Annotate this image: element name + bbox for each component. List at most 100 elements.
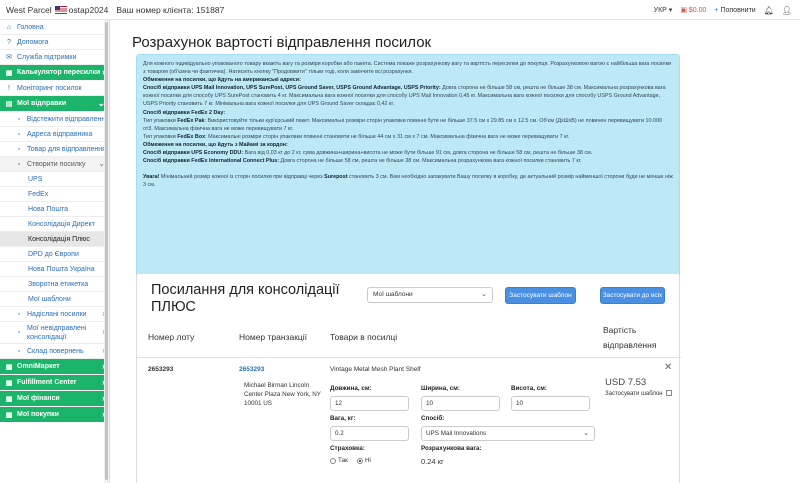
purchases-icon: ▦ xyxy=(5,411,13,419)
sidebar-item-track[interactable]: ▫ Відстежити відправлення xyxy=(0,112,109,127)
sidebar-item-create-parcel[interactable]: ▫ Створити посилку ⌄ xyxy=(0,157,109,172)
width-input[interactable]: 10 xyxy=(421,396,500,411)
sidebar-item-goods[interactable]: ▫ Товар для відправлення xyxy=(0,142,109,157)
sidebar-item-monitoring[interactable]: ! Моніторинг посилок xyxy=(0,81,109,96)
calc-weight-value: 0.24 кг xyxy=(421,457,444,466)
length-label: Довжина, см: xyxy=(330,385,372,392)
info-intro: Для кожного індивідуально упакованого то… xyxy=(143,61,672,76)
client-number: Ваш номер клієнта: 151887 xyxy=(116,4,225,15)
insurance-label: Страховка: xyxy=(330,445,365,452)
sidebar-item-sent-parcels[interactable]: ▫Надіслані посилки› xyxy=(0,307,109,322)
scrollbar-thumb[interactable] xyxy=(105,22,108,480)
sidebar-item-my-templates[interactable]: Мої шаблони xyxy=(0,292,109,307)
header-goods: Товари в посилці xyxy=(330,332,398,342)
apply-to-all-button[interactable]: Застосувати до всіх xyxy=(600,287,665,304)
apply-template-button[interactable]: Застосувати шаблон xyxy=(505,287,576,304)
info-fedex-box-text: : Максимальні розміри сторін упаковки по… xyxy=(205,133,570,140)
language-selector[interactable]: УКР ▾ xyxy=(654,6,673,14)
box-icon: ▫ xyxy=(17,145,21,153)
card-title: Посилання для консолідації ПЛЮС xyxy=(151,282,340,315)
weight-input[interactable]: 0.2 xyxy=(330,426,409,441)
checkbox-icon[interactable] xyxy=(665,390,672,396)
address-icon: ▫ xyxy=(17,130,21,138)
bell-icon[interactable]: 🔔︎ xyxy=(764,6,774,15)
sidebar-item-pending-consolidations[interactable]: ▫Мої невідправлені консолідації› xyxy=(0,322,109,344)
topup-button[interactable]: + Поповнити xyxy=(714,7,755,14)
shipments-icon: ▤ xyxy=(5,100,13,108)
length-input[interactable]: 12 xyxy=(330,396,409,411)
sidebar-item-purchases[interactable]: ▦Мої покупки› xyxy=(0,407,109,423)
calc-weight-label: Розрахункова вага: xyxy=(421,445,482,452)
balance-display[interactable]: ▣ $0.00 xyxy=(680,6,706,14)
chevron-down-icon: ⌄ xyxy=(583,430,589,437)
sidebar-item-return-label[interactable]: Зворотна етикетка xyxy=(0,277,109,292)
sidebar-item-ups[interactable]: UPS xyxy=(0,172,109,187)
info-fedex-pak-prefix: Тип упаковки xyxy=(143,117,178,124)
info-fic-heading: Спосіб відправки FedEx International Con… xyxy=(143,158,280,165)
top-right-controls: УКР ▾ ▣ $0.00 + Поповнити 🔔︎ 👤︎ xyxy=(654,0,792,20)
info-fedex-box-prefix: Тип упаковки xyxy=(143,133,178,140)
track-icon: ▫ xyxy=(17,115,21,123)
wallet-icon: ▣ xyxy=(680,7,687,14)
sidebar-item-support[interactable]: ✉ Служба підтримки xyxy=(0,50,109,65)
info-ddu-heading: Спосіб відправки UPS Economy DDU: xyxy=(143,150,244,157)
transaction-link[interactable]: 2653293 xyxy=(239,366,264,373)
chevron-down-icon: ⌄ xyxy=(481,291,487,298)
sidebar-item-consolidation-plus[interactable]: Консолідація Плюс xyxy=(0,232,109,247)
market-icon: ▦ xyxy=(5,363,13,371)
header-lot: Номер лоту xyxy=(148,332,195,342)
info-fedex-pak-name: FedEx Pak xyxy=(177,117,205,124)
insurance-no-radio[interactable]: Ні xyxy=(357,457,371,464)
width-label: Ширина, см: xyxy=(421,385,460,392)
info-note-heading: Увага! xyxy=(143,174,160,181)
user-icon[interactable]: 👤︎ xyxy=(782,6,792,15)
method-select[interactable]: UPS Mail Innovations ⌄ xyxy=(421,426,595,441)
sidebar-item-dpd-europe[interactable]: DPD до Європи xyxy=(0,247,109,262)
sidebar-scrollbar[interactable] xyxy=(104,20,109,483)
support-icon: ✉ xyxy=(6,54,12,61)
main-content: Розрахунок вартості відправлення посилок… xyxy=(111,20,800,483)
calculator-icon: ▦ xyxy=(5,69,13,77)
username[interactable]: ostap2024 xyxy=(69,5,109,15)
sidebar-item-fedex[interactable]: FedEx xyxy=(0,187,109,202)
sidebar-item-returns-warehouse[interactable]: ▫Склад повернень› xyxy=(0,344,109,359)
sidebar-item-omnimarket[interactable]: ▦OmniМаркет› xyxy=(0,359,109,375)
fulfillment-icon: ▦ xyxy=(5,379,13,387)
template-select[interactable]: Мої шаблони ⌄ xyxy=(367,287,493,303)
method-label: Спосіб: xyxy=(421,415,445,422)
brand-name[interactable]: West Parcel xyxy=(6,5,52,15)
sidebar-item-nova-poshta[interactable]: Нова Пошта xyxy=(0,202,109,217)
sidebar-item-sender-address[interactable]: ▫ Адреса відправника xyxy=(0,127,109,142)
consolidation-card: Посилання для консолідації ПЛЮС Мої шабл… xyxy=(136,273,681,483)
monitor-icon: ! xyxy=(8,84,10,92)
sidebar-item-my-shipments[interactable]: ▤ Мої відправки ⌄ xyxy=(0,96,109,112)
product-name: Vintage Metal Mesh Plant Shelf xyxy=(330,366,421,373)
sidebar-item-help[interactable]: ? Допомога xyxy=(0,35,109,50)
sidebar-item-finances[interactable]: ▦Мої фінанси› xyxy=(0,391,109,407)
top-bar: West Parcel ostap2024 Ваш номер клієнта:… xyxy=(0,0,800,20)
shipping-price: USD 7.53 xyxy=(605,377,647,388)
header-transaction: Номер транзакції xyxy=(239,332,308,342)
insurance-yes-radio[interactable]: Так xyxy=(330,457,348,464)
apply-template-checkbox[interactable]: Застосувати шаблон xyxy=(605,390,672,397)
sidebar-item-home[interactable]: ⌂ Головна xyxy=(0,20,109,35)
height-input[interactable]: 10 xyxy=(511,396,590,411)
close-icon[interactable]: ✕ xyxy=(664,362,672,373)
info-ups-heading: Спосіб відправки UPS Mail Innovation, UP… xyxy=(143,85,441,92)
plus-icon: + xyxy=(714,6,719,14)
pending-icon: ▫ xyxy=(17,329,21,336)
sidebar-item-calculator[interactable]: ▦Калькулятор пересилки› xyxy=(0,65,109,81)
info-fic-text: Довга сторона не більше 58 см, решта не … xyxy=(279,158,582,165)
page-title: Розрахунок вартості відправлення посилок xyxy=(132,34,432,51)
warehouse-icon: ▫ xyxy=(17,347,21,355)
sidebar: ⌂ Головна ? Допомога ✉ Служба підтримки ▦ Ка… xyxy=(0,20,110,483)
create-icon: ▫ xyxy=(17,160,21,168)
sidebar-item-fulfillment[interactable]: ▦Fulfillment Center› xyxy=(0,375,109,391)
info-ddu-text: Вага від 0,03 кг до 2 кг, сума довжина+ш… xyxy=(243,150,593,157)
header-cost: Вартість відправлення xyxy=(603,325,657,350)
info-note-surepost: Surepost xyxy=(324,174,348,181)
sidebar-item-nova-poshta-ukraine[interactable]: Нова Пошта Україна xyxy=(0,262,109,277)
height-label: Висота, см: xyxy=(511,385,547,392)
lot-number: 2653293 xyxy=(148,366,174,373)
sidebar-item-consolidation-direct[interactable]: Консолідація Директ xyxy=(0,217,109,232)
